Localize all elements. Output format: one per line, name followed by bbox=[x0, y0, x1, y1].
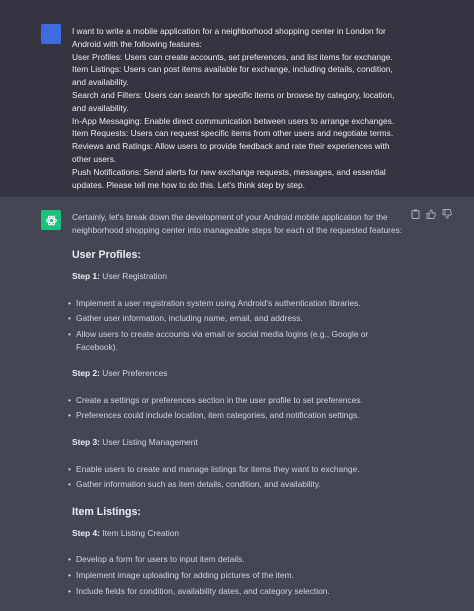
list-item: Create a settings or preferences section… bbox=[68, 394, 407, 407]
openai-logo-icon bbox=[41, 210, 61, 230]
clipboard-icon[interactable] bbox=[410, 209, 420, 219]
list-item: Preferences could include location, item… bbox=[68, 409, 407, 422]
step-label: Step 3: bbox=[72, 436, 100, 447]
step-label: Step 1: bbox=[72, 271, 100, 282]
section-heading: Item Listings: bbox=[72, 505, 141, 518]
user-line: Item Requests: Users can request specifi… bbox=[72, 128, 394, 139]
section-heading: User Profiles: bbox=[72, 249, 141, 262]
user-message-text: I want to write a mobile application for… bbox=[72, 25, 407, 191]
user-avatar bbox=[41, 24, 61, 44]
user-line: Push Notifications: Send alerts for new … bbox=[72, 166, 386, 190]
user-line: Reviews and Ratings: Allow users to prov… bbox=[72, 141, 390, 164]
thumbs-up-icon[interactable] bbox=[426, 209, 436, 219]
step-title: User Preferences bbox=[102, 368, 168, 379]
user-line: I want to write a mobile application for… bbox=[72, 26, 386, 49]
bullet-list: Develop a form for users to input item d… bbox=[68, 553, 407, 598]
bullet-list: Create a settings or preferences section… bbox=[68, 394, 407, 422]
list-item: Gather information such as item details,… bbox=[68, 478, 407, 491]
user-message: I want to write a mobile application for… bbox=[0, 0, 474, 197]
list-item: Implement a user registration system usi… bbox=[68, 297, 407, 310]
list-item: Gather user information, including name,… bbox=[68, 312, 407, 325]
assistant-message: Certainly, let's break down the developm… bbox=[0, 197, 474, 597]
bullet-list: Implement a user registration system usi… bbox=[68, 297, 407, 353]
step-heading: Step 1: User Registration bbox=[72, 270, 407, 283]
assistant-message-text: Certainly, let's break down the developm… bbox=[68, 211, 407, 611]
step-title: User Listing Management bbox=[102, 436, 198, 447]
bullet-list: Enable users to create and manage listin… bbox=[68, 463, 407, 491]
list-item: Enable users to create and manage listin… bbox=[68, 463, 407, 476]
user-line: Search and Filters: Users can search for… bbox=[72, 89, 395, 113]
step-heading: Step 3: User Listing Management bbox=[72, 436, 407, 449]
step-heading: Step 4: Item Listing Creation bbox=[72, 527, 407, 540]
step-label: Step 4: bbox=[72, 527, 100, 538]
step-heading: Step 2: User Preferences bbox=[72, 367, 407, 380]
user-line: In-App Messaging: Enable direct communic… bbox=[72, 115, 395, 126]
thumbs-down-icon[interactable] bbox=[442, 209, 452, 219]
list-item: Include fields for condition, availabili… bbox=[68, 585, 407, 598]
step-title: User Registration bbox=[102, 271, 167, 282]
step-title: Item Listing Creation bbox=[102, 527, 180, 538]
intro-paragraph: Certainly, let's break down the developm… bbox=[72, 212, 403, 235]
user-line: User Profiles: Users can create accounts… bbox=[72, 51, 393, 62]
message-actions bbox=[410, 209, 452, 219]
list-item: Develop a form for users to input item d… bbox=[68, 553, 407, 566]
step-label: Step 2: bbox=[72, 368, 100, 379]
user-line: Item Listings: Users can post items avai… bbox=[72, 64, 393, 88]
list-item: Allow users to create accounts via email… bbox=[68, 328, 407, 353]
